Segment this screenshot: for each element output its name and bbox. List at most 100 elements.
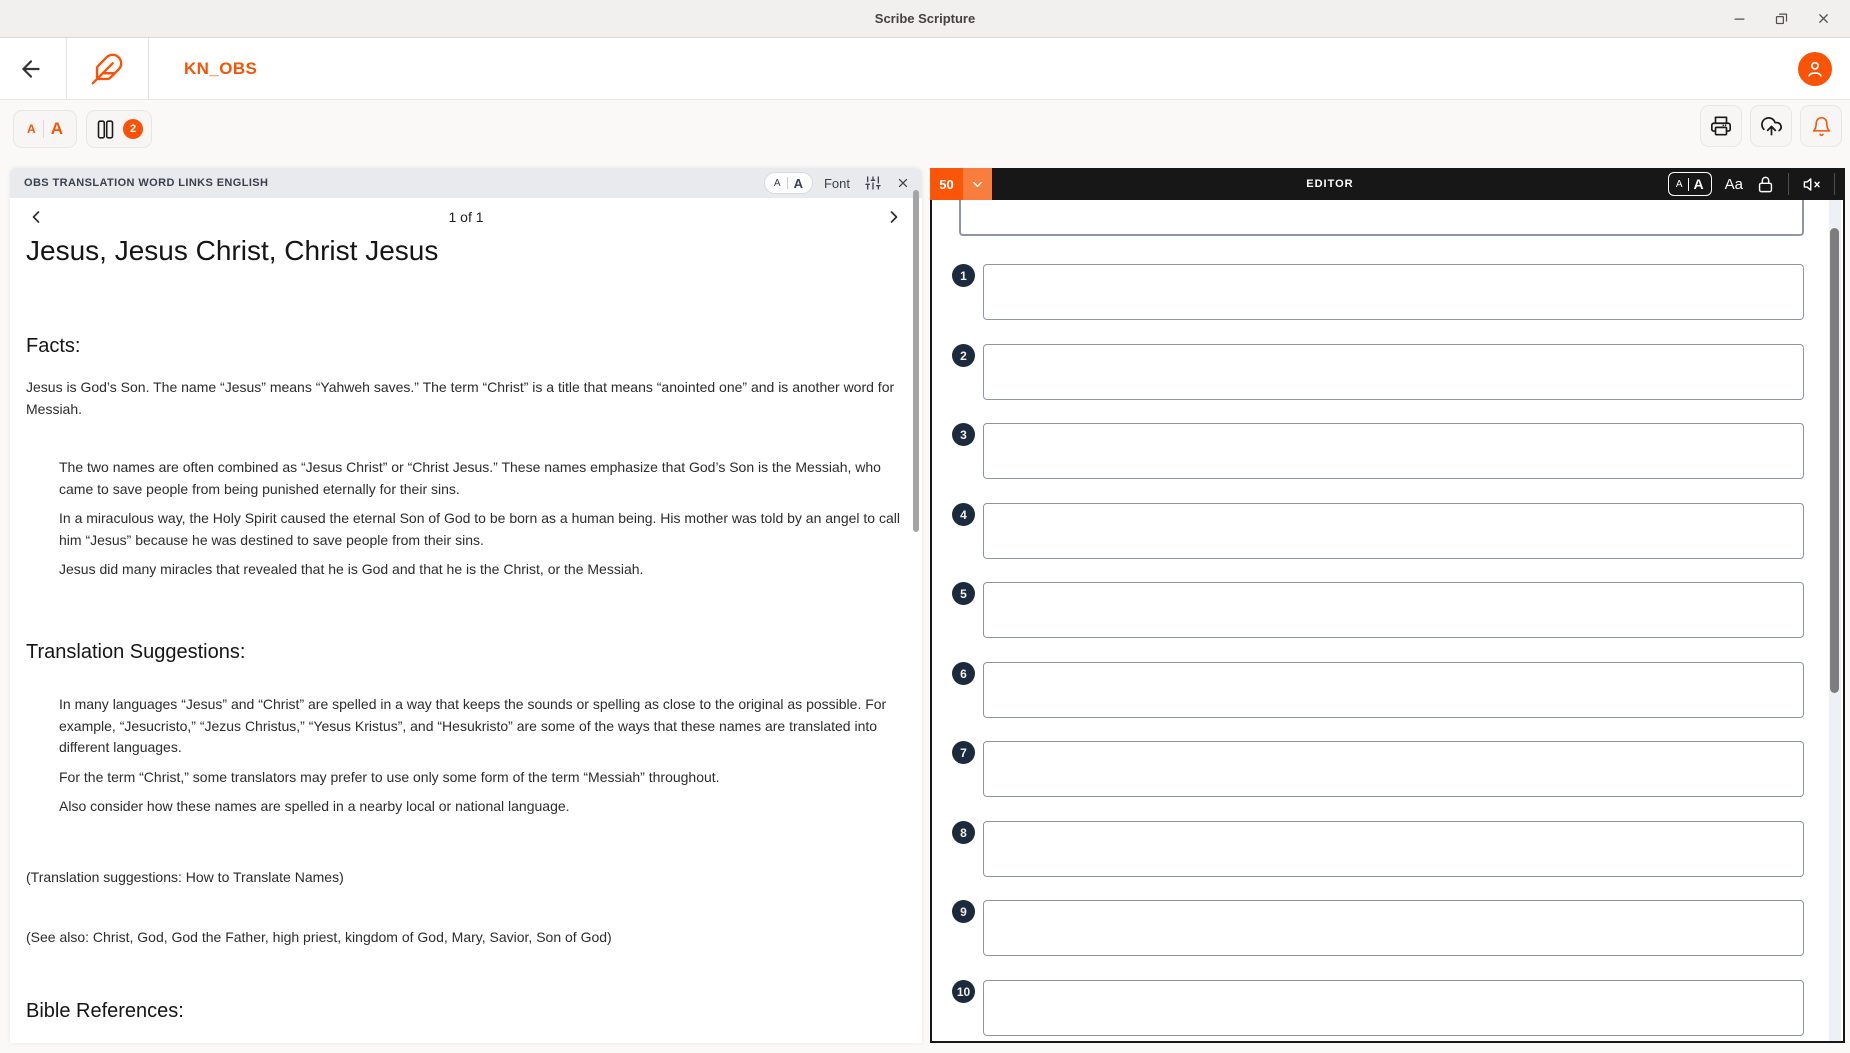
- resource-font-decrease[interactable]: A: [774, 178, 781, 189]
- resource-font-size-buttons[interactable]: A A: [764, 172, 813, 194]
- close-window-icon[interactable]: [1810, 6, 1836, 32]
- minimize-icon[interactable]: [1726, 6, 1752, 32]
- resource-panel: OBS TRANSLATION WORD LINKS ENGLISH A A F…: [10, 168, 922, 1043]
- divider: [787, 177, 788, 189]
- translation-point: Also consider how these names are spelle…: [59, 796, 900, 818]
- divider: [1688, 178, 1689, 191]
- resource-pagination: 1 of 1: [10, 198, 922, 236]
- verse-number-badge: 10: [952, 980, 975, 1003]
- back-button[interactable]: [17, 55, 45, 83]
- verse-input[interactable]: [983, 741, 1804, 797]
- verse-number-badge: 7: [952, 741, 975, 764]
- facts-point: In a miraculous way, the Holy Spirit cau…: [59, 508, 900, 551]
- verse-input[interactable]: [983, 344, 1804, 400]
- verse-input[interactable]: [983, 821, 1804, 877]
- page-indicator: 1 of 1: [10, 209, 922, 225]
- columns-icon: [95, 119, 116, 140]
- verse-input[interactable]: [983, 980, 1804, 1036]
- font-increase-button[interactable]: A: [51, 119, 63, 139]
- facts-point: The two names are often combined as “Jes…: [59, 457, 900, 500]
- close-panel-icon[interactable]: [896, 176, 910, 190]
- article-title: Jesus, Jesus Christ, Christ Jesus: [26, 240, 900, 262]
- verse-number-badge: 1: [952, 264, 975, 287]
- editor-font-decrease[interactable]: A: [1676, 179, 1683, 190]
- verse-row: 4: [932, 503, 1843, 559]
- verse-input[interactable]: [983, 423, 1804, 479]
- window-titlebar: Scribe Scripture: [0, 0, 1850, 38]
- lock-icon[interactable]: [1756, 175, 1775, 194]
- verse-row: 3: [932, 423, 1843, 479]
- resource-font-increase[interactable]: A: [794, 176, 803, 191]
- see-also-note: (See also: Christ, God, God the Father, …: [26, 927, 900, 949]
- translation-suggestions-heading: Translation Suggestions:: [26, 642, 900, 664]
- editor-topbar: 50 EDITOR A A Aa: [930, 168, 1845, 200]
- header-divider: [66, 38, 67, 100]
- verse-number-badge: 4: [952, 503, 975, 526]
- font-decrease-button[interactable]: A: [27, 122, 36, 136]
- notifications-button[interactable]: [1800, 105, 1842, 147]
- app-header: KN_OBS: [0, 38, 1850, 100]
- editor-scrollbar-track[interactable]: [1829, 200, 1841, 1041]
- font-size-buttons[interactable]: A A: [13, 110, 77, 148]
- resource-scrollbar-thumb[interactable]: [913, 190, 919, 532]
- avatar[interactable]: [1798, 52, 1832, 86]
- restore-icon[interactable]: [1768, 6, 1794, 32]
- editor-panel: 50 EDITOR A A Aa: [930, 168, 1845, 1043]
- translation-point: In many languages “Jesus” and “Christ” a…: [59, 694, 900, 759]
- bible-references-heading: Bible References:: [26, 1001, 900, 1023]
- editor-scrollbar-thumb[interactable]: [1830, 228, 1839, 693]
- chevron-right-icon[interactable]: [884, 207, 904, 227]
- verse-number-badge: 2: [952, 344, 975, 367]
- article-content: Jesus, Jesus Christ, Christ Jesus Facts:…: [26, 236, 900, 1037]
- facts-heading: Facts:: [26, 336, 900, 358]
- verse-number-badge: 9: [952, 900, 975, 923]
- print-button[interactable]: [1700, 105, 1742, 147]
- font-family-button[interactable]: Aa: [1725, 176, 1743, 193]
- printer-icon: [1710, 115, 1732, 137]
- divider: [1788, 173, 1789, 195]
- layout-count-badge: 2: [123, 119, 143, 139]
- font-menu-button[interactable]: Font: [824, 176, 850, 191]
- verse-input[interactable]: [983, 503, 1804, 559]
- verse-input[interactable]: [983, 662, 1804, 718]
- chapter-selector[interactable]: 50: [930, 168, 963, 200]
- window-controls: [1726, 0, 1836, 37]
- translation-point: For the term “Christ,” some translators …: [59, 767, 900, 789]
- divider: [1834, 173, 1835, 195]
- resource-panel-title: OBS TRANSLATION WORD LINKS ENGLISH: [24, 177, 268, 189]
- editor-tools: A A Aa: [1668, 172, 1845, 196]
- facts-point: Jesus did many miracles that revealed th…: [59, 559, 900, 581]
- layout-columns-button[interactable]: 2: [86, 110, 152, 148]
- editor-title: EDITOR: [992, 178, 1668, 190]
- verse-row: 1: [932, 264, 1843, 320]
- cloud-upload-icon: [1760, 115, 1783, 138]
- feather-logo-icon: [90, 52, 124, 86]
- app-window: Scribe Scripture KN_OBS A: [0, 0, 1850, 1053]
- editor-content: 1 2 3 4 5 6 7: [930, 200, 1845, 1043]
- translation-note: (Translation suggestions: How to Transla…: [26, 867, 900, 889]
- header-divider: [148, 38, 149, 100]
- sliders-icon[interactable]: [865, 175, 881, 191]
- verse-input[interactable]: [983, 582, 1804, 638]
- resource-panel-header: OBS TRANSLATION WORD LINKS ENGLISH A A F…: [10, 168, 922, 198]
- verse-input[interactable]: [983, 264, 1804, 320]
- editor-titlebar: EDITOR A A Aa: [992, 168, 1845, 200]
- toolbar: A A 2: [0, 100, 1850, 160]
- sync-upload-button[interactable]: [1750, 105, 1792, 147]
- divider: [43, 120, 44, 138]
- verse-number-badge: 3: [952, 423, 975, 446]
- verse-row: 8: [932, 821, 1843, 877]
- verse-number-badge: 8: [952, 821, 975, 844]
- chevron-down-icon[interactable]: [963, 168, 992, 200]
- facts-intro: Jesus is God’s Son. The name “Jesus” mea…: [26, 377, 900, 420]
- verse-row: 6: [932, 662, 1843, 718]
- verse-input[interactable]: [983, 900, 1804, 956]
- verse-number-badge: 5: [952, 582, 975, 605]
- verse-row: 10: [932, 980, 1843, 1036]
- editor-font-increase[interactable]: A: [1694, 176, 1704, 192]
- mute-icon[interactable]: [1802, 175, 1821, 194]
- window-title: Scribe Scripture: [875, 11, 975, 26]
- verse-row: 9: [932, 900, 1843, 956]
- verse-input-partial[interactable]: [959, 200, 1804, 236]
- editor-font-size-buttons[interactable]: A A: [1668, 172, 1712, 196]
